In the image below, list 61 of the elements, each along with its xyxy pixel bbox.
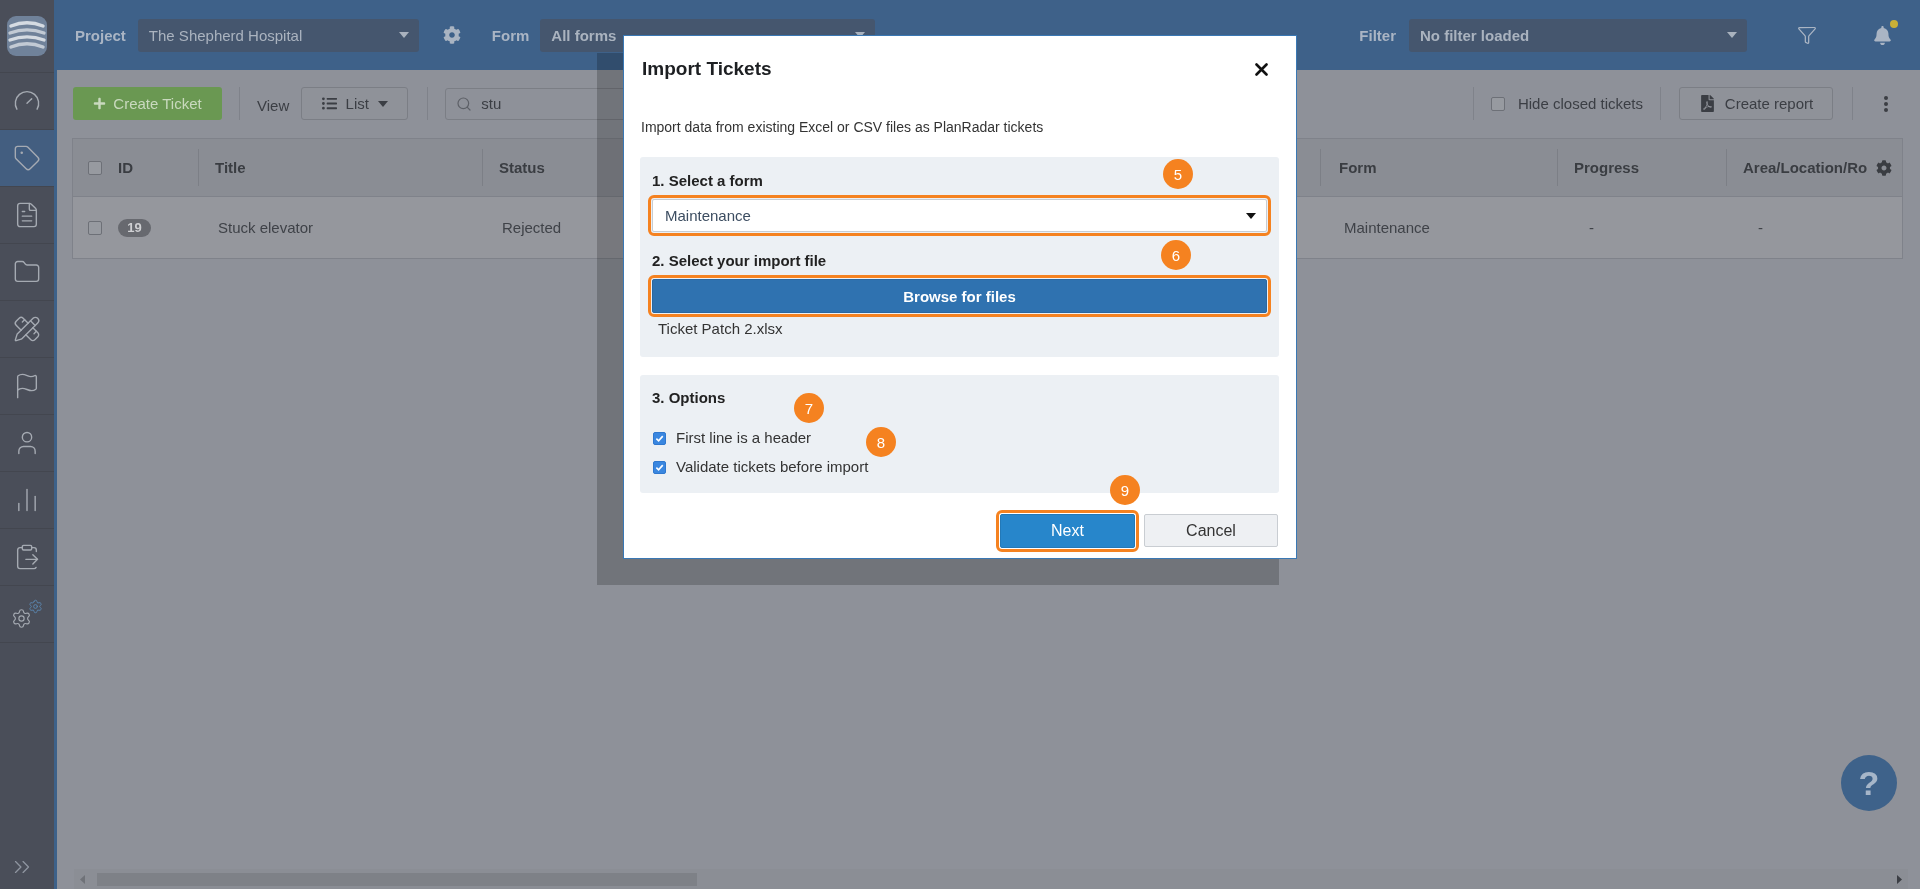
sidebar-item[interactable] (0, 130, 54, 187)
document-icon (1698, 95, 1716, 112)
column-header: Title (215, 159, 246, 176)
scroll-right-icon[interactable] (1897, 874, 1902, 884)
checkbox[interactable] (653, 431, 666, 445)
step-marker: 6 (1161, 240, 1191, 270)
checkbox[interactable] (88, 220, 102, 235)
settings-icon[interactable] (1876, 159, 1892, 176)
view-select[interactable]: List (301, 87, 409, 120)
step-marker: 9 (1110, 475, 1140, 505)
gears-icon[interactable] (11, 599, 43, 629)
settings-icon[interactable] (442, 26, 461, 44)
scrollbar-track[interactable] (74, 869, 1908, 889)
filter-select[interactable]: No filter loaded (1409, 18, 1747, 52)
step-marker: 5 (1163, 159, 1193, 189)
step-marker: 7 (794, 393, 824, 423)
checkbox-label: Hide closed tickets (1517, 95, 1643, 112)
column-header: Progress (1574, 159, 1640, 176)
project-select[interactable]: The Shepherd Hospital (137, 18, 419, 52)
tag-icon[interactable] (13, 144, 41, 172)
table-cell: Rejected (502, 219, 562, 236)
checkbox[interactable] (88, 160, 102, 175)
ruler-pencil-icon[interactable] (13, 315, 41, 343)
step-heading: 1. Select a form (652, 172, 763, 190)
checkbox[interactable] (1490, 96, 1505, 111)
step-marker: 8 (866, 427, 896, 457)
table-cell: - (1589, 219, 1594, 236)
view-label: View (257, 96, 290, 114)
table-cell: Maintenance (1344, 219, 1430, 236)
dialog-title: Import Tickets (642, 58, 772, 80)
plus-icon (93, 97, 107, 110)
column-header: Area/Location/Ro (1743, 159, 1868, 176)
column-header: Status (499, 159, 545, 176)
column-header: ID (118, 159, 133, 176)
step-heading: 3. Options (652, 389, 726, 407)
filter-icon[interactable] (1797, 25, 1817, 45)
close-icon[interactable] (1255, 62, 1268, 76)
project-label: Project (75, 26, 126, 44)
caret-icon (1246, 212, 1256, 219)
caret-icon (398, 32, 409, 38)
id-badge: 19 (118, 218, 151, 237)
filter-label: Filter (1359, 26, 1396, 44)
table-cell: Stuck elevator (218, 219, 314, 236)
file-name: Ticket Patch 2.xlsx (658, 320, 783, 338)
option-label: First line is a header (676, 429, 812, 447)
dialog-description: Import data from existing Excel or CSV files as PlanRadar tickets (641, 118, 1044, 136)
option-label: Validate tickets before import (676, 458, 869, 476)
list-icon (321, 96, 337, 111)
caret-icon (377, 100, 388, 107)
table-cell: - (1758, 219, 1763, 236)
caret-icon (1727, 32, 1737, 38)
create-ticket-button[interactable]: Create Ticket (73, 87, 222, 120)
form-label: Form (491, 26, 530, 44)
bell-icon[interactable] (1873, 25, 1892, 45)
logo-icon[interactable] (7, 16, 47, 56)
checkbox[interactable] (653, 460, 666, 474)
create-report-button[interactable]: Create report (1679, 87, 1833, 120)
more-options-icon[interactable] (1884, 95, 1888, 112)
cancel-button[interactable]: Cancel (1144, 514, 1278, 547)
column-header: Form (1339, 159, 1377, 176)
search-icon (456, 95, 473, 112)
